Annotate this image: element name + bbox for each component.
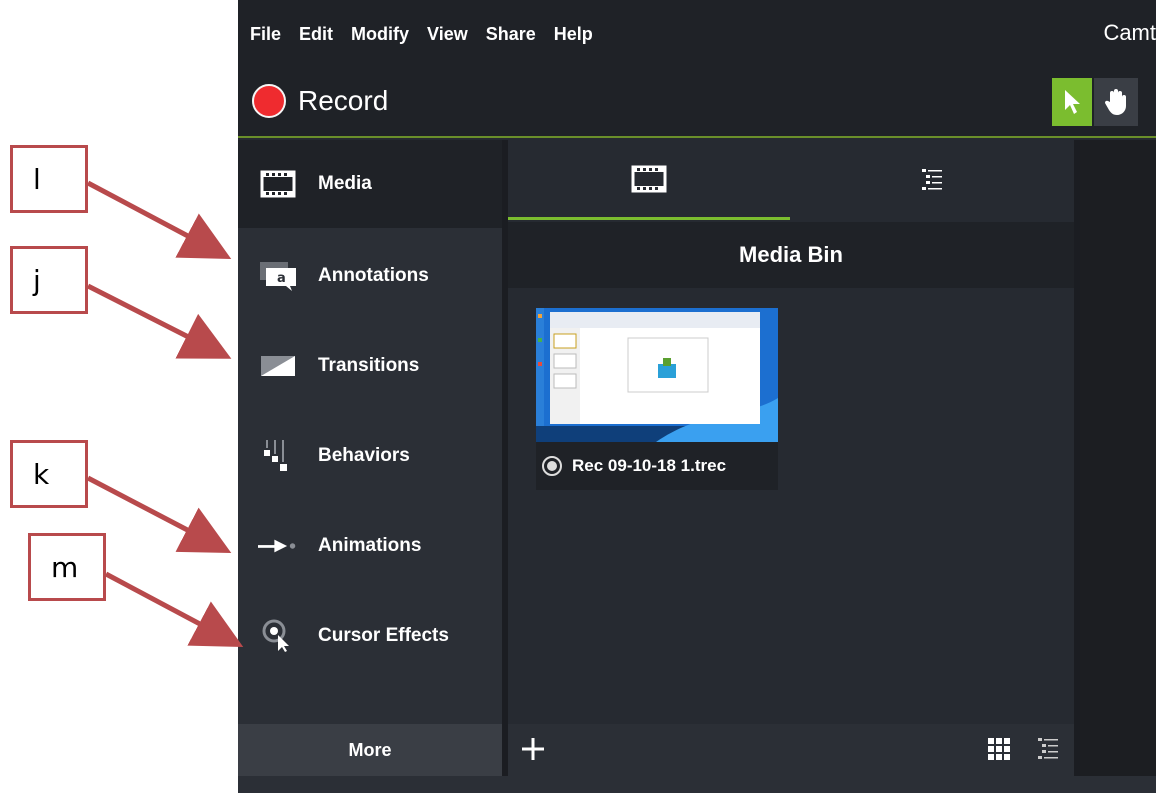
tool-label-media: Media [318,173,372,194]
tool-label-annotations: Annotations [318,265,429,286]
tool-transitions[interactable]: Transitions [238,322,502,410]
annotation-label-j: j [10,246,88,314]
clip-thumbnail [536,308,778,442]
tool-label-behaviors: Behaviors [318,445,410,466]
grid-view-button[interactable] [984,734,1014,764]
media-bin-header: Media Bin [508,222,1074,288]
svg-text:a: a [277,271,286,286]
add-media-button[interactable] [516,732,550,766]
annotation-label-k: k [10,440,88,508]
annotation-arrow-m [104,571,244,648]
speech-bubble-icon: a [258,256,298,296]
menu-file[interactable]: File [250,24,281,45]
tab-media-bin[interactable] [508,140,790,220]
tool-label-animations: Animations [318,535,422,556]
tool-media[interactable]: Media [238,140,502,228]
tool-cursor-effects[interactable]: Cursor Effects [238,592,502,680]
tool-animations[interactable]: Animations [238,502,502,590]
film-icon [258,164,298,204]
more-label: More [348,739,392,760]
film-icon [631,165,667,192]
menu-share[interactable]: Share [486,24,536,45]
list-view-button[interactable] [1034,734,1064,764]
menu-view[interactable]: View [427,24,468,45]
tool-label-transitions: Transitions [318,355,420,376]
more-button[interactable]: More [238,724,502,776]
pan-tool-button[interactable] [1094,78,1138,126]
menu-edit[interactable]: Edit [299,24,333,45]
media-panel: Media Bin Rec 09-10-18 1.trec [508,140,1074,776]
tool-annotations[interactable]: a Annotations [238,232,502,320]
menu-bar: File Edit Modify View Share Help Camt [238,0,1156,68]
animation-arrow-icon [258,526,298,566]
annotation-label-l: l [10,145,88,213]
list-icon [922,169,942,190]
annotation-arrow-k [86,475,232,553]
clip-name: Rec 09-10-18 1.trec [572,456,727,475]
canvas-area[interactable] [1080,140,1156,776]
record-toolbar: Record [238,68,1156,138]
record-button[interactable]: Record [252,84,388,118]
cursor-arrow-icon [1065,90,1080,114]
app-title: Camt [1103,20,1156,45]
bottom-strip [238,776,1156,793]
cursor-effects-icon [258,616,298,656]
record-icon [252,84,286,118]
plus-icon [522,738,544,760]
list-view-icon [1038,738,1058,759]
tools-panel: Media a Annotations Transitions Behavior… [238,140,502,776]
hand-icon [1104,89,1126,115]
annotation-arrow-l [86,180,232,260]
media-bin-title: Media Bin [739,242,843,267]
record-file-icon [542,456,562,476]
record-label: Record [298,85,389,116]
media-bin-footer [508,724,1074,776]
tool-behaviors[interactable]: Behaviors [238,412,502,500]
tool-label-cursor-effects: Cursor Effects [318,625,449,646]
menu-help[interactable]: Help [554,24,593,45]
annotation-label-m: m [28,533,106,601]
transition-icon [258,346,298,386]
behaviors-icon [258,436,298,476]
grid-view-icon [988,738,1010,760]
annotation-arrow-j [86,283,232,359]
tab-library[interactable] [792,140,1074,220]
media-clip[interactable]: Rec 09-10-18 1.trec [536,308,778,490]
app-window: File Edit Modify View Share Help Camt Re… [238,0,1156,793]
select-tool-button[interactable] [1052,78,1092,126]
menu-modify[interactable]: Modify [351,24,409,45]
